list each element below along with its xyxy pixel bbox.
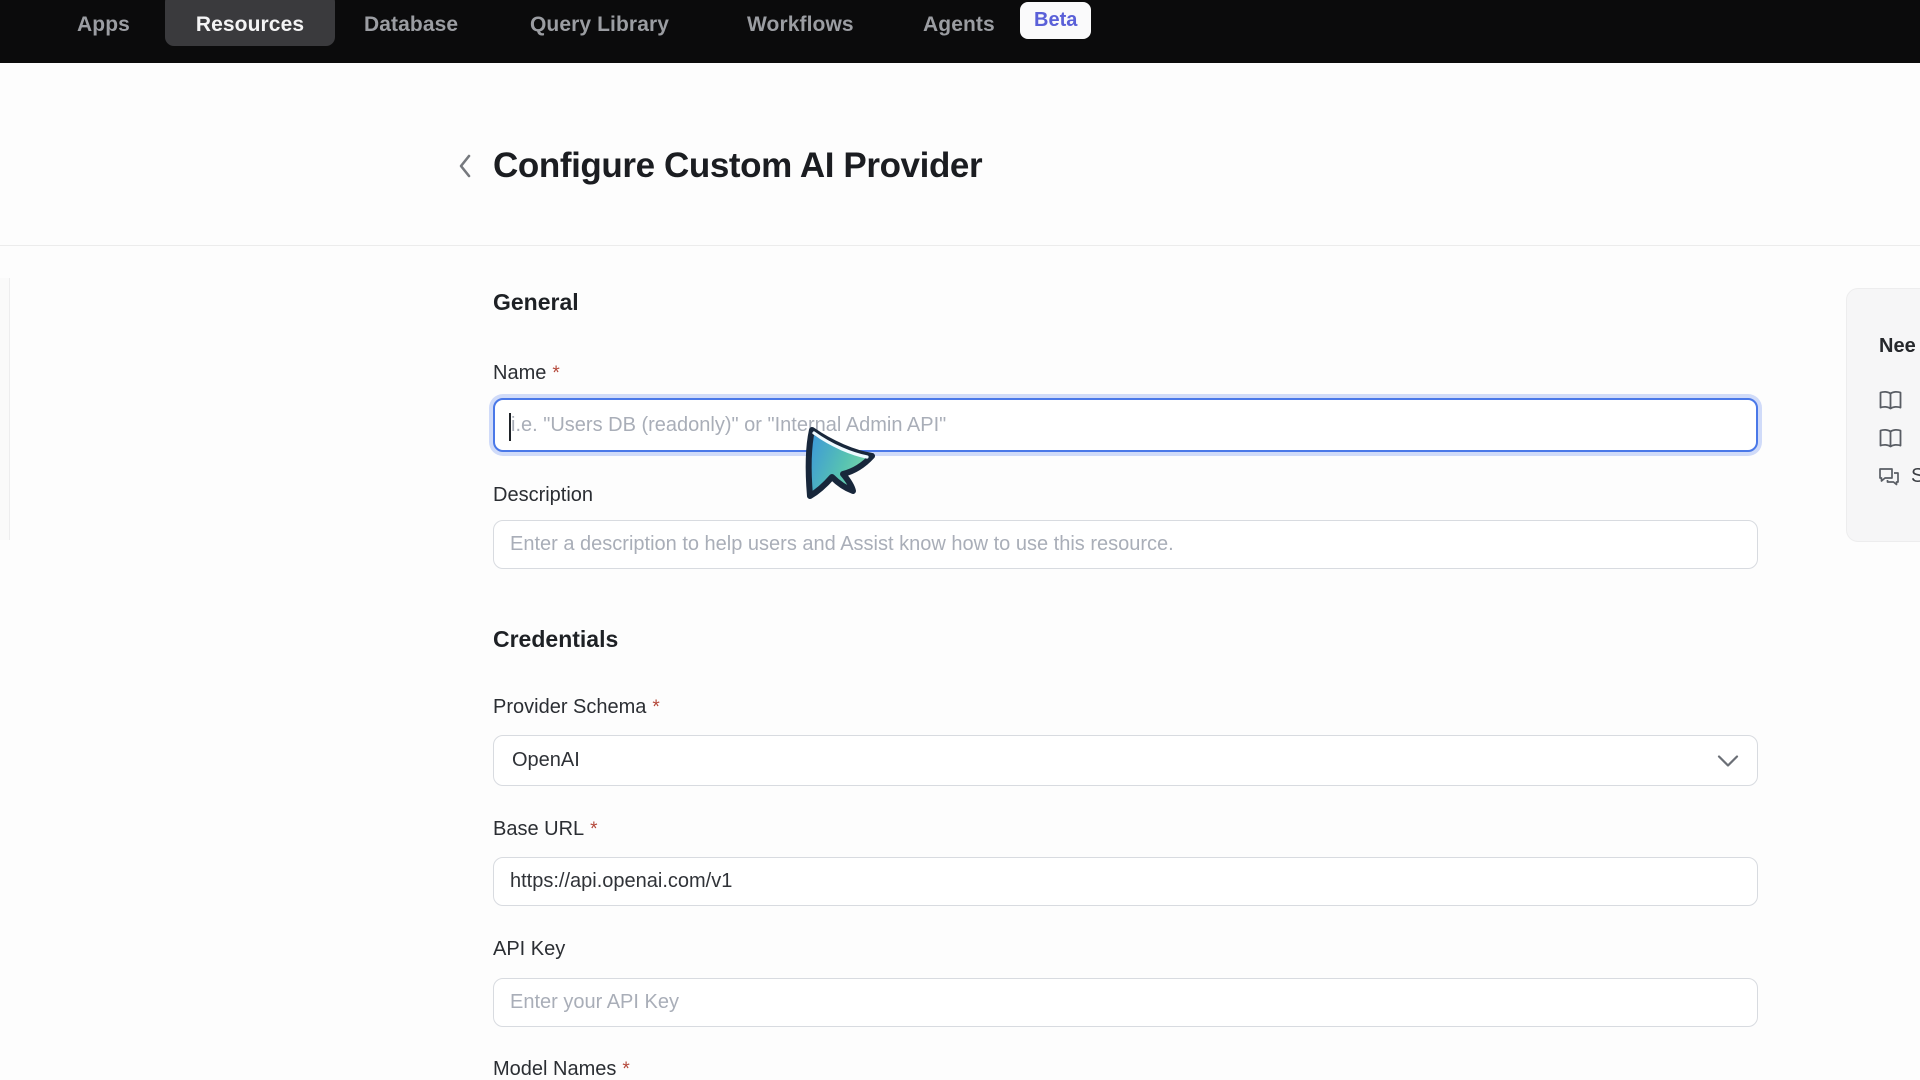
name-label-text: Name bbox=[493, 362, 546, 384]
description-input[interactable] bbox=[493, 520, 1758, 569]
credentials-section-heading: Credentials bbox=[493, 626, 618, 653]
text-caret bbox=[509, 413, 511, 441]
header-divider bbox=[0, 245, 1920, 246]
provider-schema-label-text: Provider Schema bbox=[493, 696, 646, 718]
base-url-field-label: Base URL * bbox=[493, 818, 598, 841]
chevron-left-icon bbox=[457, 153, 473, 179]
top-navbar: Apps Resources Database Query Library Wo… bbox=[0, 0, 1920, 63]
help-link-docs-2[interactable] bbox=[1877, 427, 1904, 451]
open-book-icon bbox=[1877, 389, 1904, 413]
help-panel-heading: Nee bbox=[1879, 335, 1916, 358]
back-button[interactable] bbox=[448, 148, 482, 184]
configure-ai-provider-page: Apps Resources Database Query Library Wo… bbox=[0, 0, 1920, 1080]
chevron-down-icon bbox=[1717, 754, 1739, 768]
general-section-heading: General bbox=[493, 289, 579, 316]
api-key-field-label: API Key bbox=[493, 938, 565, 961]
nav-tab-agents[interactable]: Agents bbox=[923, 6, 995, 44]
left-panel-edge bbox=[0, 278, 10, 540]
open-book-icon bbox=[1877, 427, 1904, 451]
nav-tab-database[interactable]: Database bbox=[364, 6, 458, 44]
page-title: Configure Custom AI Provider bbox=[493, 146, 982, 186]
nav-tab-query-library[interactable]: Query Library bbox=[530, 6, 669, 44]
nav-tab-apps[interactable]: Apps bbox=[77, 6, 130, 44]
provider-schema-field-label: Provider Schema * bbox=[493, 696, 660, 719]
nav-tab-resources[interactable]: Resources bbox=[165, 6, 335, 44]
agents-beta-badge: Beta bbox=[1020, 2, 1091, 39]
name-field-label: Name * bbox=[493, 362, 560, 385]
base-url-label-text: Base URL bbox=[493, 818, 584, 840]
help-link-docs-1[interactable] bbox=[1877, 389, 1904, 413]
description-field-label: Description bbox=[493, 484, 593, 507]
model-names-field-label: Model Names * bbox=[493, 1058, 630, 1080]
nav-tab-workflows[interactable]: Workflows bbox=[747, 6, 854, 44]
provider-schema-select[interactable]: OpenAI bbox=[493, 735, 1758, 786]
required-asterisk: * bbox=[622, 1059, 629, 1080]
help-link-label: S bbox=[1911, 465, 1920, 488]
chat-bubbles-icon bbox=[1877, 466, 1901, 488]
api-key-input[interactable] bbox=[493, 978, 1758, 1027]
help-link-support[interactable]: S bbox=[1877, 465, 1920, 488]
required-asterisk: * bbox=[652, 697, 659, 718]
required-asterisk: * bbox=[552, 363, 559, 384]
name-input[interactable] bbox=[493, 398, 1758, 452]
provider-schema-selected-value: OpenAI bbox=[512, 749, 580, 772]
help-panel: Nee S bbox=[1846, 288, 1920, 542]
model-names-label-text: Model Names bbox=[493, 1058, 616, 1080]
base-url-input[interactable] bbox=[493, 857, 1758, 906]
required-asterisk: * bbox=[590, 819, 597, 840]
